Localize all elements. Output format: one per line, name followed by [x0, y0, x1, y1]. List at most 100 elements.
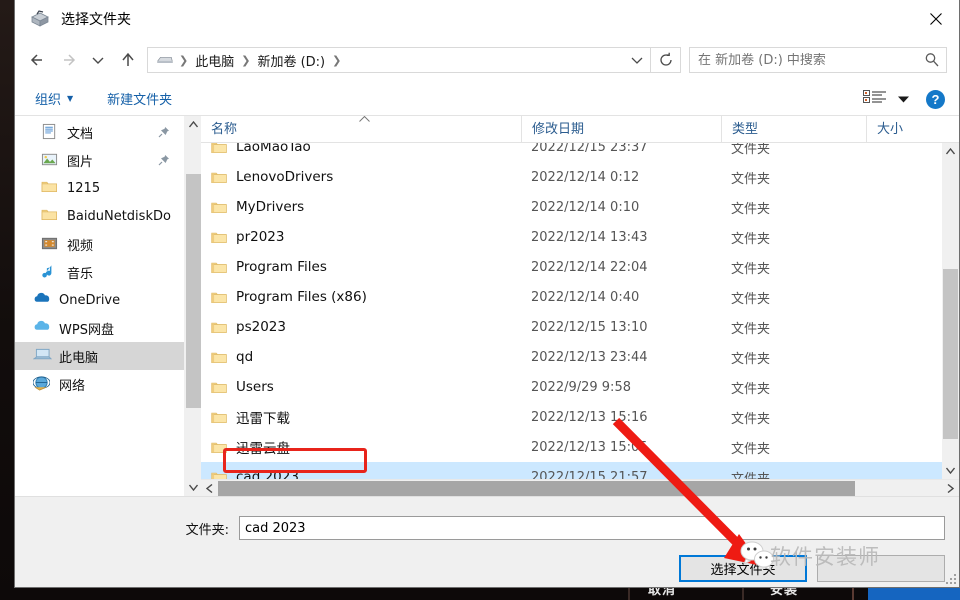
sidebar-item-5[interactable]: 音乐 [15, 258, 184, 286]
hscroll-right-button[interactable] [942, 480, 959, 497]
cancel-button[interactable] [817, 555, 945, 582]
chevron-down-icon[interactable] [624, 53, 650, 67]
table-row[interactable]: LenovoDrivers 2022/12/14 0:12 文件夹 [201, 162, 942, 192]
folder-field-label: 文件夹: [185, 522, 229, 538]
sidebar-scroll-up-button[interactable] [185, 116, 202, 133]
table-row[interactable]: Program Files (x86) 2022/12/14 0:40 文件夹 [201, 282, 942, 312]
organize-button[interactable]: 组织 ▼ [35, 89, 73, 108]
row-name-label: Program Files (x86) [236, 289, 367, 305]
help-button[interactable]: ? [926, 89, 945, 109]
new-folder-button[interactable]: 新建文件夹 [107, 89, 172, 108]
search-box[interactable] [689, 47, 947, 73]
folder-icon [211, 411, 227, 424]
chevron-down-icon: ▼ [67, 94, 74, 103]
row-name-cell[interactable]: 迅雷云盘 [201, 437, 521, 457]
view-options-caret-icon[interactable] [897, 92, 910, 107]
search-icon[interactable] [918, 52, 946, 68]
column-header-name[interactable]: 名称 [201, 115, 521, 143]
music-icon [41, 263, 59, 281]
folder-icon [211, 231, 227, 244]
row-type-cell: 文件夹 [731, 201, 771, 217]
breadcrumb-separator: ❯ [241, 54, 251, 67]
table-row[interactable]: LaoMaoTao 2022/12/15 23:37 文件夹 [201, 143, 942, 162]
row-name-cell[interactable]: ps2023 [201, 319, 521, 335]
title-bar: 选择文件夹 [15, 0, 959, 38]
breadcrumb-this-pc[interactable]: 此电脑 [193, 51, 236, 70]
sidebar-scroll-thumb[interactable] [186, 174, 201, 408]
column-header-name-label: 名称 [211, 121, 238, 137]
row-name-cell[interactable]: LenovoDrivers [201, 169, 521, 185]
table-row[interactable]: cad 2023 2022/12/15 21:57 文件夹 [201, 462, 942, 479]
file-list-horizontal-scrollbar[interactable] [201, 479, 959, 496]
dialog-content: 文档 图片 1215 BaiduNetdiskDo 视频音乐 OneDrive WPS网盘此… [15, 115, 960, 497]
row-name-cell[interactable]: Users [201, 379, 521, 395]
sidebar-item-label: OneDrive [59, 292, 121, 308]
document-icon [41, 123, 59, 141]
sidebar-item-label: BaiduNetdiskDo [67, 208, 171, 224]
row-name-cell[interactable]: MyDrivers [201, 199, 521, 215]
sidebar-item-3[interactable]: BaiduNetdiskDo [15, 202, 184, 230]
table-row[interactable]: pr2023 2022/12/14 13:43 文件夹 [201, 222, 942, 252]
sidebar-item-label: 视频 [67, 238, 94, 254]
sidebar-scrollbar[interactable] [184, 116, 201, 496]
breadcrumb-separator[interactable]: ❯ [327, 54, 346, 67]
row-name-cell[interactable]: LaoMaoTao [201, 143, 521, 155]
dialog-footer: 文件夹: 选择文件夹 [15, 497, 959, 587]
row-name-cell[interactable]: Program Files (x86) [201, 289, 521, 305]
sidebar-item-7[interactable]: WPS网盘 [15, 314, 184, 342]
select-folder-button[interactable]: 选择文件夹 [679, 555, 807, 582]
table-row[interactable]: qd 2022/12/13 23:44 文件夹 [201, 342, 942, 372]
resize-grip-icon[interactable] [946, 574, 956, 584]
back-button[interactable] [23, 45, 53, 75]
column-header-type[interactable]: 类型 [721, 115, 866, 143]
refresh-icon[interactable] [651, 47, 681, 73]
list-scroll-up-button[interactable] [942, 143, 959, 160]
row-name-cell[interactable]: qd [201, 349, 521, 365]
close-icon[interactable] [913, 0, 959, 38]
table-row[interactable]: 迅雷云盘 2022/12/13 15:05 文件夹 [201, 432, 942, 462]
sidebar-item-label: 1215 [67, 180, 101, 196]
hscroll-thumb[interactable] [218, 481, 856, 496]
table-row[interactable]: MyDrivers 2022/12/14 0:10 文件夹 [201, 192, 942, 222]
sidebar-item-2[interactable]: 1215 [15, 174, 184, 202]
view-details-icon[interactable] [863, 90, 887, 108]
file-list-vertical-scrollbar[interactable] [942, 143, 959, 479]
table-row[interactable]: Users 2022/9/29 9:58 文件夹 [201, 372, 942, 402]
row-type-cell: 文件夹 [731, 381, 771, 397]
sidebar-item-8[interactable]: 此电脑 [15, 342, 184, 370]
recent-locations-button[interactable] [83, 45, 113, 75]
sidebar-item-9[interactable]: 网络 [15, 370, 184, 398]
table-row[interactable]: ps2023 2022/12/15 13:10 文件夹 [201, 312, 942, 342]
pin-icon[interactable] [158, 154, 170, 166]
row-date-cell: 2022/12/13 15:16 [531, 409, 648, 425]
sidebar-item-0[interactable]: 文档 [15, 118, 184, 146]
address-bar[interactable]: ❯ 此电脑 ❯ 新加卷 (D:) ❯ [147, 47, 651, 73]
table-row[interactable]: 迅雷下载 2022/12/13 15:16 文件夹 [201, 402, 942, 432]
list-scroll-thumb[interactable] [943, 269, 958, 439]
table-row[interactable]: Program Files 2022/12/14 22:04 文件夹 [201, 252, 942, 282]
sidebar-item-1[interactable]: 图片 [15, 146, 184, 174]
hscroll-left-button[interactable] [201, 480, 218, 497]
sidebar-scroll-down-button[interactable] [185, 479, 202, 496]
list-scroll-down-button[interactable] [942, 462, 959, 479]
hscroll-track[interactable] [218, 480, 942, 496]
row-type-cell: 文件夹 [731, 143, 771, 157]
column-header-size[interactable]: 大小 [866, 115, 960, 143]
column-header-date-modified[interactable]: 修改日期 [521, 115, 721, 143]
toolbar: 组织 ▼ 新建文件夹 ? [15, 82, 959, 116]
sidebar-item-4[interactable]: 视频 [15, 230, 184, 258]
pin-icon[interactable] [158, 126, 170, 138]
folder-icon [211, 441, 227, 454]
row-name-cell[interactable]: 迅雷下载 [201, 407, 521, 427]
row-name-cell[interactable]: pr2023 [201, 229, 521, 245]
up-button[interactable] [113, 45, 143, 75]
search-input[interactable] [690, 52, 918, 68]
breadcrumb-drive-d[interactable]: 新加卷 (D:) [255, 51, 327, 70]
folder-icon [211, 351, 227, 364]
footer-button-row: 选择文件夹 [15, 555, 959, 582]
sidebar-item-6[interactable]: OneDrive [15, 286, 184, 314]
folder-name-input[interactable] [239, 516, 945, 540]
row-name-cell[interactable]: Program Files [201, 259, 521, 275]
file-list-pane: 名称 修改日期 类型 大小 LaoMaoTao 2022/12/15 23:37 文… [201, 115, 960, 496]
row-name-cell[interactable]: cad 2023 [201, 469, 521, 479]
